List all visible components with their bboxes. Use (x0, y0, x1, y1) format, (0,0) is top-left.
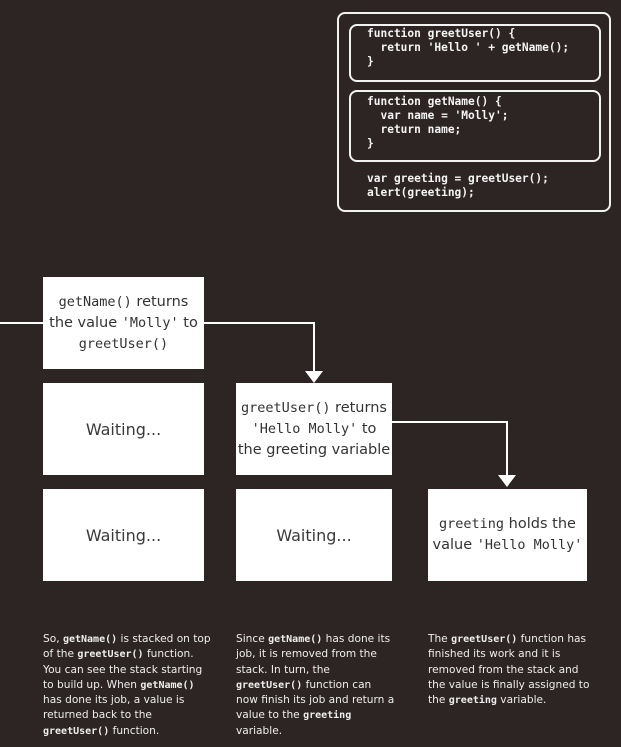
code-line: } (367, 55, 374, 68)
stack-frame-get-name: getName() returns the value 'Molly' to g… (43, 277, 204, 369)
waiting-label: Waiting... (276, 525, 352, 545)
code-span: 'Hello Molly' (476, 537, 583, 553)
text-span: the greeting variable (237, 441, 391, 458)
code-span: 'Hello Molly' (251, 420, 358, 437)
caption-step-3: The greetUser() function has finished it… (428, 633, 590, 707)
text-span: returns (330, 399, 387, 416)
code-line: var greeting = greetUser(); (367, 172, 549, 185)
stack-frame-waiting: Waiting... (43, 489, 204, 581)
stack-frame-waiting: Waiting... (236, 489, 392, 581)
code-span: greetUser() (78, 335, 169, 352)
box-text: getName() returns the value 'Molly' to g… (49, 292, 198, 355)
code-line: function getName() { (367, 95, 502, 108)
arrowhead-col3 (498, 475, 516, 487)
caption-step-2: Since getName() has done its job, it is … (236, 633, 395, 737)
stack-frame-greet-user: greetUser() returns 'Hello Molly' to the… (236, 383, 392, 475)
caption-step-1: So, getName() is stacked on top of the g… (43, 633, 211, 737)
text-span: value (432, 537, 477, 553)
code-line: return name; (367, 123, 462, 136)
waiting-label: Waiting... (85, 419, 162, 439)
code-line: alert(greeting); (367, 186, 475, 199)
code-line: var name = 'Molly'; (367, 109, 509, 122)
waiting-label: Waiting... (85, 525, 162, 545)
code-span: getName() (58, 293, 132, 310)
code-span: 'Molly' (121, 314, 179, 331)
connector-col2-to-col3 (392, 421, 508, 476)
code-line: return 'Hello ' + getName(); (367, 41, 570, 54)
box-text: greeting holds the value 'Hello Molly' (433, 514, 583, 556)
connector-box1-to-col2 (204, 322, 315, 372)
text-span: to (178, 314, 198, 331)
stack-frame-waiting: Waiting... (43, 383, 204, 475)
arrowhead-col2 (305, 371, 323, 383)
text-span: returns (131, 293, 189, 310)
text-span: to (357, 420, 377, 437)
text-span: holds the (504, 516, 576, 532)
code-line: } (367, 137, 374, 150)
code-span: greetUser() (241, 399, 331, 416)
stack-frame-greeting: greeting holds the value 'Hello Molly' (428, 489, 587, 581)
text-span: the value (49, 314, 122, 331)
box-text: greetUser() returns 'Hello Molly' to the… (238, 398, 390, 461)
code-span: greeting (439, 516, 505, 532)
code-line: function greetUser() { (367, 27, 516, 40)
